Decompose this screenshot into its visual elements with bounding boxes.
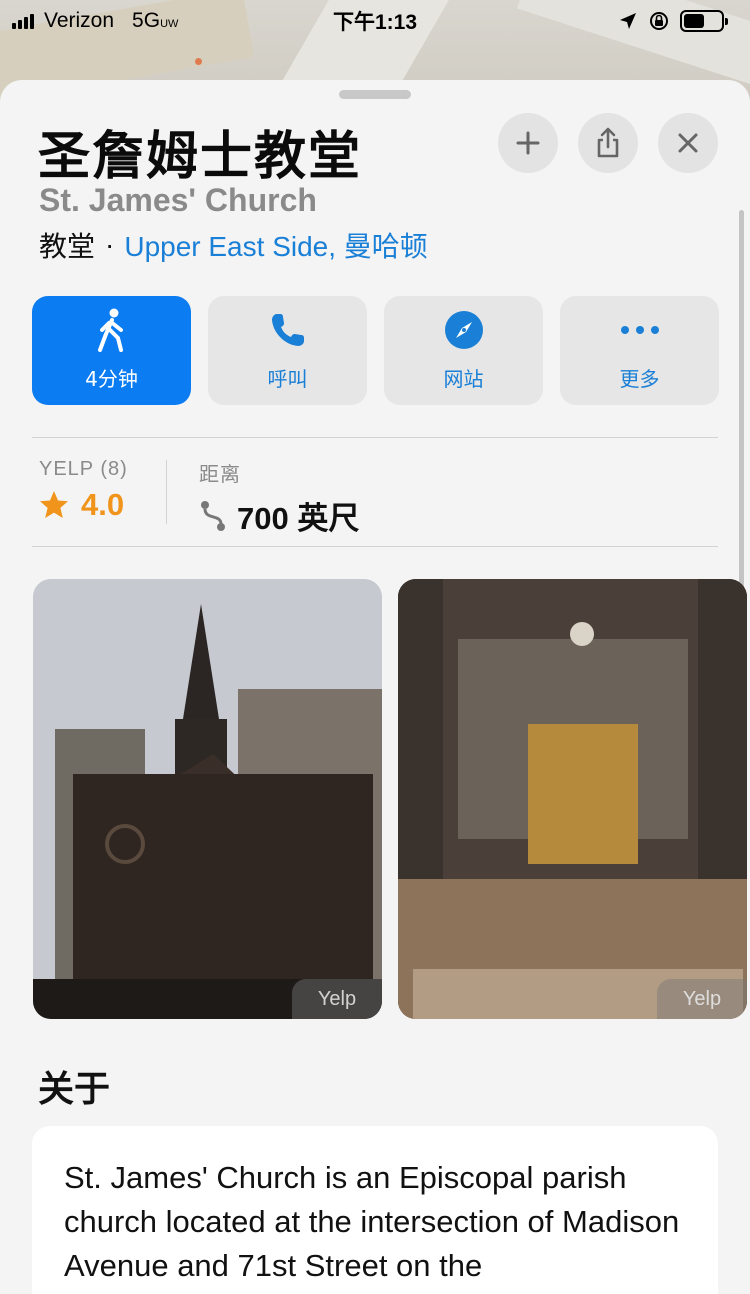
network-label: 5GUW — [132, 9, 179, 32]
sheet-grabber[interactable] — [339, 90, 411, 99]
divider-top — [32, 437, 718, 438]
distance-stat: 距离 700 英尺 — [199, 458, 359, 536]
call-button[interactable]: 呼叫 — [208, 296, 367, 405]
call-label: 呼叫 — [267, 367, 308, 391]
distance-label: 距离 — [199, 464, 241, 486]
divider-bottom — [32, 546, 718, 547]
signal-icon — [12, 13, 34, 29]
rotation-lock-icon — [650, 12, 668, 30]
location-arrow-icon — [620, 13, 636, 29]
location-link[interactable]: Upper East Side, 曼哈顿 — [124, 225, 427, 265]
place-sheet: 圣詹姆士教堂 St. James' Church 教堂 · Upper East… — [0, 80, 750, 1294]
share-button[interactable] — [578, 113, 638, 173]
walk-icon — [97, 308, 123, 352]
about-heading: 关于 — [38, 1069, 111, 1110]
compass-icon — [444, 311, 483, 349]
close-icon — [678, 133, 698, 153]
phone-icon — [271, 314, 304, 346]
photo-interior[interactable]: Yelp — [398, 579, 747, 1019]
church-exterior-image — [33, 579, 382, 1019]
place-title: 圣詹姆士教堂 — [38, 127, 363, 187]
stats-separator — [166, 460, 167, 524]
category-line: 教堂 · Upper East Side, 曼哈顿 — [39, 225, 428, 265]
photo-credit: Yelp — [657, 979, 747, 1019]
battery-icon — [680, 10, 728, 32]
star-icon — [40, 491, 68, 518]
rating-value: 4.0 — [81, 487, 125, 522]
status-bar: Verizon 5GUW 下午1:13 — [0, 0, 750, 42]
website-button[interactable]: 网站 — [384, 296, 543, 405]
photo-exterior[interactable]: Yelp — [33, 579, 382, 1019]
close-button[interactable] — [658, 113, 718, 173]
yelp-rating[interactable]: YELP (8) 4.0 — [39, 458, 166, 528]
photo-credit: Yelp — [292, 979, 382, 1019]
about-card[interactable]: St. James' Church is an Episcopal parish… — [32, 1126, 718, 1294]
directions-button[interactable]: 4分钟 — [32, 296, 191, 405]
route-icon — [201, 500, 225, 531]
place-subtitle: St. James' Church — [39, 182, 317, 218]
add-button[interactable] — [498, 113, 558, 173]
separator: · — [105, 229, 115, 260]
action-row: 4分钟 呼叫 网站 更多 — [32, 296, 719, 405]
church-interior-image — [398, 579, 747, 1019]
share-icon — [597, 127, 619, 158]
about-text: St. James' Church is an Episcopal parish… — [64, 1160, 680, 1283]
stats-row: YELP (8) 4.0 距离 700 英尺 — [39, 458, 359, 536]
more-label: 更多 — [619, 367, 660, 391]
website-label: 网站 — [443, 367, 484, 391]
directions-label: 4分钟 — [85, 367, 138, 391]
category-label: 教堂 — [39, 231, 96, 262]
carrier-label: Verizon — [44, 9, 115, 32]
yelp-label: YELP (8) — [39, 458, 128, 480]
map-pin-dot — [195, 58, 202, 65]
more-button[interactable]: 更多 — [560, 296, 719, 405]
distance-value: 700 英尺 — [237, 501, 360, 536]
add-icon — [516, 131, 540, 155]
more-icon — [620, 326, 659, 334]
